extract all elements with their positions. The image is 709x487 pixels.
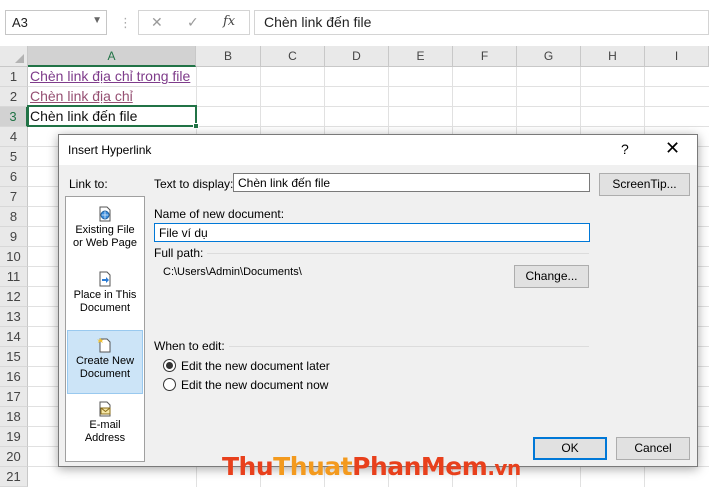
row-header[interactable]: 1 <box>0 67 28 87</box>
name-of-new-document-label: Name of new document: <box>154 207 285 221</box>
email-address-icon <box>99 401 111 417</box>
row-header[interactable]: 11 <box>0 267 28 287</box>
full-path-label: Full path: <box>154 246 204 260</box>
column-header-h[interactable]: H <box>581 46 645 67</box>
link-to-places: Existing File or Web Page Place in This … <box>65 196 145 462</box>
text-to-display-label: Text to display: <box>154 177 234 191</box>
place-label-line1: Existing File <box>75 224 135 236</box>
row-header[interactable]: 21 <box>0 467 28 487</box>
screentip-button[interactable]: ScreenTip... <box>599 173 690 196</box>
fill-handle[interactable] <box>193 123 199 129</box>
row-header[interactable]: 18 <box>0 407 28 427</box>
place-in-document-icon <box>99 271 111 287</box>
row-header[interactable]: 15 <box>0 347 28 367</box>
column-header-e[interactable]: E <box>389 46 453 67</box>
watermark-logo: ThuThuatPhanMem.vn <box>222 452 521 481</box>
edit-later-label[interactable]: Edit the new document later <box>181 359 330 373</box>
row-header[interactable]: 7 <box>0 187 28 207</box>
row-header[interactable]: 3 <box>0 107 28 127</box>
place-create-new-document[interactable]: Create New Document <box>67 330 143 394</box>
cancel-button[interactable]: Cancel <box>616 437 690 460</box>
row-header[interactable]: 12 <box>0 287 28 307</box>
enter-icon[interactable]: ✓ <box>187 14 199 31</box>
new-document-name-input[interactable]: File ví dụ <box>154 223 590 242</box>
row-header[interactable]: 20 <box>0 447 28 467</box>
link-to-label: Link to: <box>69 177 108 191</box>
row-header[interactable]: 5 <box>0 147 28 167</box>
edit-now-radio[interactable] <box>163 378 176 391</box>
cell-a2-hyperlink[interactable]: Chèn link địa chỉ <box>30 86 133 106</box>
select-all-button[interactable] <box>0 46 28 67</box>
place-label-line1: E-mail <box>89 419 121 431</box>
row-header[interactable]: 19 <box>0 427 28 447</box>
help-icon[interactable]: ? <box>621 141 629 157</box>
column-header-f[interactable]: F <box>453 46 517 67</box>
edit-now-label[interactable]: Edit the new document now <box>181 378 328 392</box>
column-header-d[interactable]: D <box>325 46 389 67</box>
column-header-a[interactable]: A <box>28 46 196 67</box>
formula-bar-buttons: ✕ ✓ fx <box>138 10 250 35</box>
dialog-title: Insert Hyperlink <box>68 143 152 157</box>
place-in-this-document[interactable]: Place in This Document <box>67 265 143 329</box>
place-label-line2: or Web Page <box>72 237 137 249</box>
place-label-line1: Place in This <box>73 289 137 301</box>
formula-input[interactable]: Chèn link đến file <box>254 10 709 35</box>
existing-file-icon <box>99 206 111 222</box>
chevron-down-icon[interactable]: ▼ <box>92 15 102 26</box>
formula-bar: A3 ▼ ⋮ ✕ ✓ fx Chèn link đến file <box>0 0 709 46</box>
full-path-value: C:\Users\Admin\Documents\ <box>163 266 302 278</box>
column-header-c[interactable]: C <box>261 46 325 67</box>
row-header[interactable]: 2 <box>0 87 28 107</box>
place-label-line2: Address <box>84 432 126 444</box>
ok-button[interactable]: OK <box>533 437 607 460</box>
formula-bar-grip-icon[interactable]: ⋮ <box>119 14 132 32</box>
close-icon[interactable]: ✕ <box>665 138 680 159</box>
row-header[interactable]: 9 <box>0 227 28 247</box>
watermark-part: Thuat <box>273 452 353 481</box>
place-email-address[interactable]: E-mail Address <box>67 395 143 459</box>
edit-later-radio[interactable] <box>163 359 176 372</box>
column-header-b[interactable]: B <box>196 46 261 67</box>
cancel-icon[interactable]: ✕ <box>151 14 163 31</box>
insert-function-icon[interactable]: fx <box>223 14 235 29</box>
text-to-display-input[interactable]: Chèn link đến file <box>233 173 590 192</box>
when-to-edit-label: When to edit: <box>154 339 225 353</box>
place-label-line2: Document <box>79 302 131 314</box>
place-label-line1: Create New <box>75 355 135 367</box>
row-header[interactable]: 16 <box>0 367 28 387</box>
insert-hyperlink-dialog: Insert Hyperlink ? ✕ Link to: Existing F… <box>58 134 698 467</box>
active-cell-border <box>27 105 199 129</box>
name-box[interactable]: A3 ▼ <box>5 10 107 35</box>
create-new-document-icon <box>97 337 111 353</box>
column-header-i[interactable]: I <box>645 46 709 67</box>
when-to-edit-divider <box>229 346 589 347</box>
name-box-value: A3 <box>12 15 28 30</box>
cell-a1-hyperlink[interactable]: Chèn link địa chỉ trong file <box>30 66 190 86</box>
change-button[interactable]: Change... <box>514 265 589 288</box>
watermark-part: PhanMem <box>352 452 488 481</box>
full-path-divider <box>207 253 589 254</box>
row-header[interactable]: 14 <box>0 327 28 347</box>
watermark-part: .vn <box>487 456 521 480</box>
row-header[interactable]: 13 <box>0 307 28 327</box>
row-header[interactable]: 4 <box>0 127 28 147</box>
row-header[interactable]: 6 <box>0 167 28 187</box>
row-header[interactable]: 17 <box>0 387 28 407</box>
place-existing-file[interactable]: Existing File or Web Page <box>67 200 143 264</box>
dialog-title-bar[interactable]: Insert Hyperlink ? ✕ <box>59 135 697 165</box>
column-header-g[interactable]: G <box>517 46 581 67</box>
row-header[interactable]: 10 <box>0 247 28 267</box>
place-label-line2: Document <box>79 368 131 380</box>
row-header[interactable]: 8 <box>0 207 28 227</box>
watermark-part: Thu <box>222 452 274 481</box>
